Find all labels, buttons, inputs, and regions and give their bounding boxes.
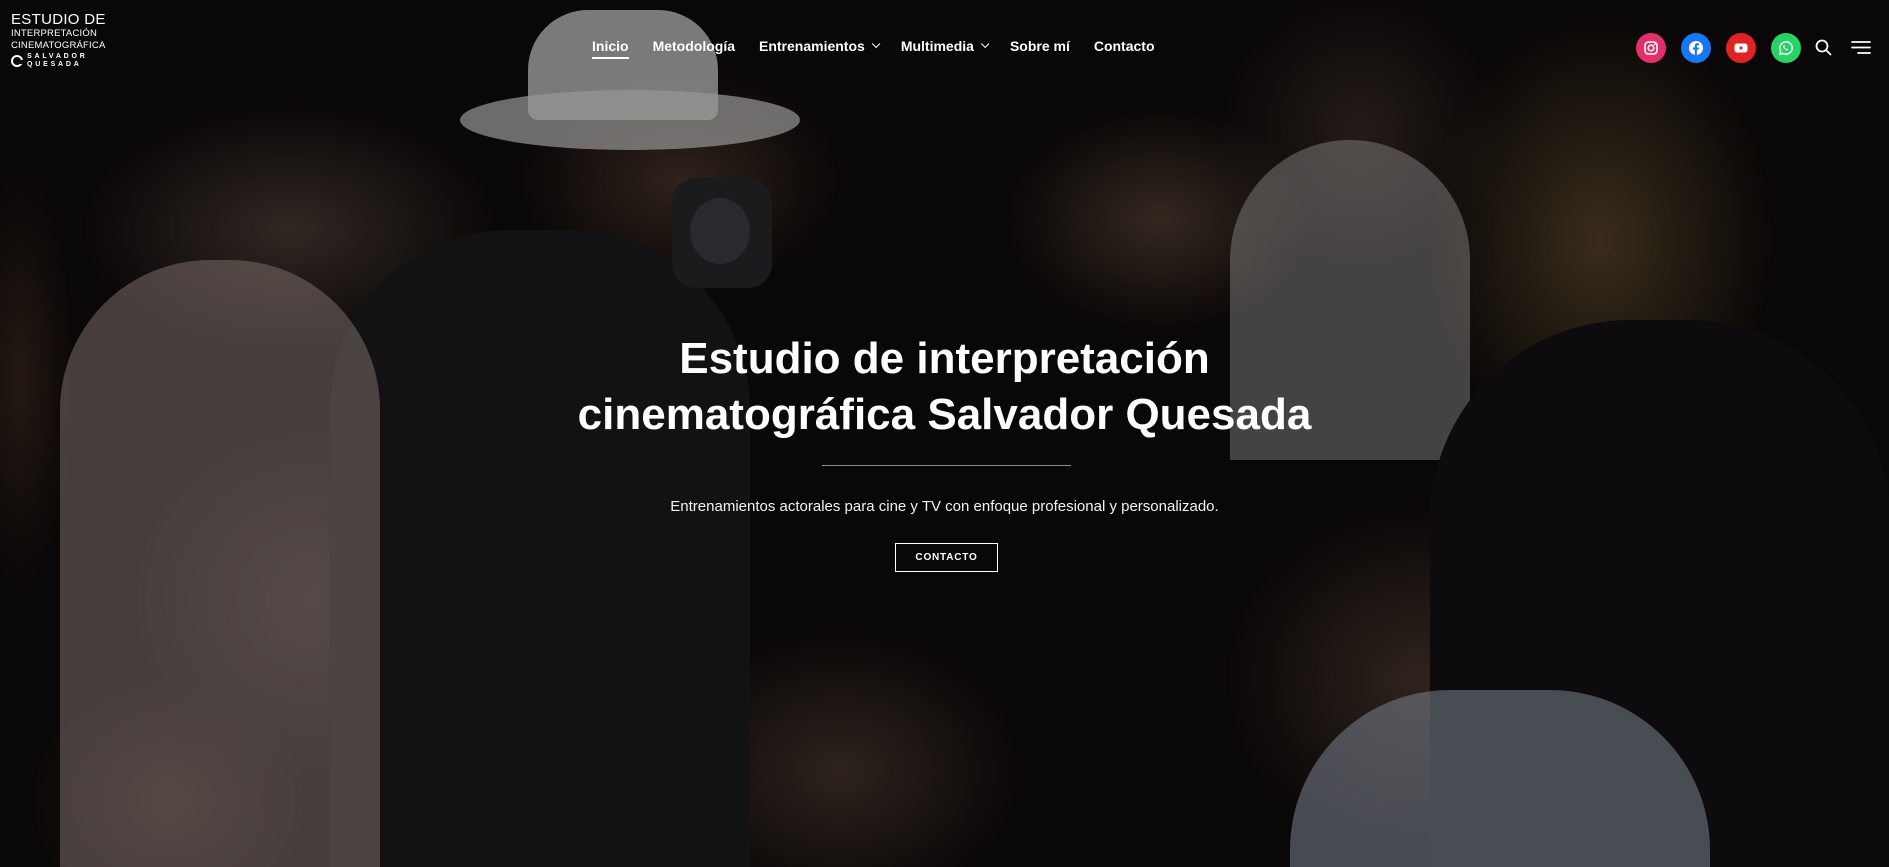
logo-line: CINEMATOGRÁFICA [11, 40, 106, 51]
whatsapp-icon [1779, 41, 1793, 56]
social-links [1636, 33, 1801, 63]
chevron-down-icon [980, 39, 990, 49]
facebook-icon [1689, 41, 1703, 55]
nav-item-inicio[interactable]: Inicio [592, 38, 629, 59]
youtube-icon [1734, 43, 1748, 53]
nav-item-sobre-mi[interactable]: Sobre mí [1010, 38, 1070, 54]
whatsapp-link[interactable] [1771, 33, 1801, 63]
site-logo[interactable]: ESTUDIO DE INTERPRETACIÓN CINEMATOGRÁFIC… [11, 12, 131, 69]
logo-name-first: SALVADOR [27, 53, 88, 60]
nav-item-label: Metodología [652, 38, 735, 54]
contact-button[interactable]: CONTACTO [895, 543, 998, 572]
logo-signature: SALVADOR QUESADA [11, 53, 131, 69]
logo-names: SALVADOR QUESADA [27, 53, 88, 69]
hero-title-line: Estudio de interpretación [679, 334, 1210, 383]
nav-item-metodologia[interactable]: Metodología [653, 38, 735, 54]
facebook-link[interactable] [1681, 33, 1711, 63]
chevron-down-icon [871, 39, 881, 49]
instagram-icon [1644, 41, 1658, 55]
instagram-link[interactable] [1636, 33, 1666, 63]
nav-item-label: Contacto [1093, 38, 1155, 54]
logo-mark-icon [11, 55, 23, 67]
nav-item-multimedia[interactable]: Multimedia [900, 38, 990, 54]
search-icon [1815, 39, 1832, 56]
menu-icon [1851, 41, 1871, 54]
hero-divider [822, 465, 1071, 466]
logo-line: ESTUDIO DE [11, 11, 106, 28]
youtube-link[interactable] [1726, 33, 1756, 63]
hero-subtitle: Entrenamientos actorales para cine y TV … [670, 498, 1219, 515]
nav-item-label: Multimedia [900, 38, 974, 54]
search-button[interactable] [1815, 39, 1832, 61]
menu-button[interactable] [1851, 40, 1871, 60]
nav-item-label: Entrenamientos [759, 38, 865, 54]
nav-item-label: Inicio [592, 38, 629, 54]
logo-name-last: QUESADA [27, 61, 82, 68]
logo-line: INTERPRETACIÓN [11, 28, 98, 39]
nav-item-entrenamientos[interactable]: Entrenamientos [759, 38, 881, 54]
nav-item-contacto[interactable]: Contacto [1094, 38, 1155, 54]
main-nav: Inicio Metodología Entrenamientos Multim… [592, 38, 1155, 59]
hero-title-line: cinematográfica Salvador Quesada [577, 390, 1312, 439]
nav-item-label: Sobre mí [1009, 38, 1070, 54]
hero-title: Estudio de interpretación cinematográfic… [0, 331, 1889, 443]
